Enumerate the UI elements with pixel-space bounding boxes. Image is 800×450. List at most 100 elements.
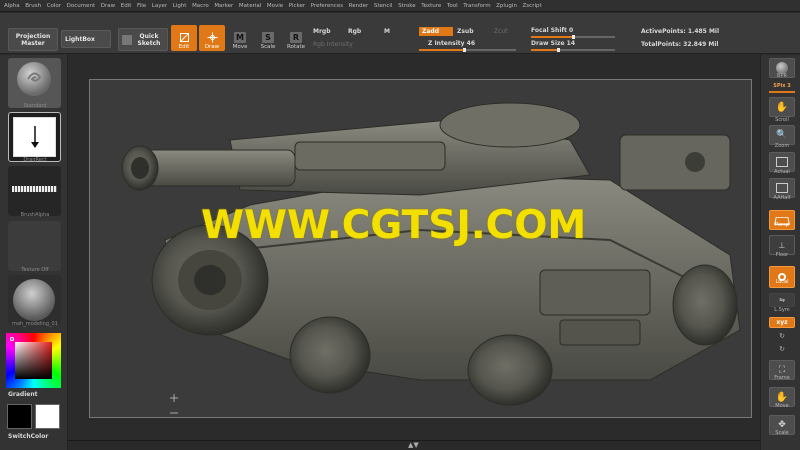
drag-rect-icon (13, 117, 56, 157)
z-intensity-fill (419, 49, 464, 51)
scroll-button[interactable]: ✋ (769, 97, 795, 117)
move-icon: M (234, 32, 246, 43)
quick-sketch-button[interactable]: Quick Sketch (118, 28, 168, 51)
actual-label: Actual (774, 169, 790, 175)
lightbox-label: LightBox (65, 35, 95, 43)
menu-item-transform[interactable]: Transform (463, 3, 490, 9)
z-intensity-knob[interactable] (462, 48, 466, 52)
scale-label: Scale (260, 44, 276, 50)
texture-thumbnail[interactable] (8, 221, 61, 271)
menu-item-material[interactable]: Material (239, 3, 261, 9)
alpha-thumbnail[interactable] (8, 166, 61, 216)
rotate-axis-icon: ↻ (779, 332, 785, 340)
matcap-sphere-icon (13, 279, 55, 321)
z-intensity-slider[interactable]: Z Intensity 46 (428, 40, 475, 47)
watermark-text: WWW.CGTSJ.COM (201, 203, 587, 248)
xyz-button[interactable]: xyz (769, 317, 795, 328)
quick-sketch-icon (122, 34, 132, 45)
bottom-tray-bar: ▲▼ (68, 440, 760, 450)
material-thumbnail[interactable] (8, 58, 61, 108)
matcap-thumbnail[interactable] (8, 275, 61, 325)
move-view-label: Move (775, 403, 789, 409)
edit-button[interactable]: Edit (171, 25, 197, 51)
menu-item-tool[interactable]: Tool (447, 3, 458, 9)
scale-view-label: Scale (775, 430, 789, 436)
scale-button[interactable]: S Scale (255, 25, 281, 51)
draw-size-slider[interactable]: Draw Size 14 (531, 40, 575, 47)
menu-item-draw[interactable]: Draw (101, 3, 115, 9)
rotate-button[interactable]: R Rotate (283, 25, 309, 51)
draw-button[interactable]: Draw (199, 25, 225, 51)
lightbox-button[interactable]: LightBox (61, 30, 111, 48)
stroke-thumbnail[interactable] (8, 112, 61, 162)
matcap-label: mah_modeling_01 (12, 321, 58, 327)
tank-model (121, 102, 741, 414)
menu-bar: Alpha Brush Color Document Draw Edit File Layer… (0, 0, 800, 12)
secondary-color-swatch[interactable] (35, 404, 60, 429)
mrgb-button[interactable]: Mrgb (313, 28, 331, 35)
color-picker-square[interactable] (15, 342, 52, 379)
menu-item-color[interactable]: Color (47, 3, 61, 9)
menu-item-stencil[interactable]: Stencil (374, 3, 393, 9)
menu-item-stroke[interactable]: Stroke (398, 3, 416, 9)
canvas-viewport[interactable]: WWW.CGTSJ.COM (89, 79, 752, 418)
rotate-label: Rotate (286, 44, 305, 50)
switch-color-button[interactable]: SwitchColor (8, 433, 48, 440)
menu-item-brush[interactable]: Brush (25, 3, 41, 9)
brush-alpha-icon (12, 186, 57, 192)
zcut-button[interactable]: Zcut (494, 28, 508, 35)
local-label: Local (775, 279, 789, 285)
zadd-button[interactable]: Zadd (419, 27, 453, 36)
menu-item-movie[interactable]: Movie (267, 3, 283, 9)
scroll-icon: ✋ (775, 101, 789, 113)
zsub-button[interactable]: Zsub (457, 28, 474, 35)
menu-item-layer[interactable]: Layer (152, 3, 167, 9)
zoom-button[interactable]: 🔍 (769, 125, 795, 145)
material-sphere-icon (17, 62, 51, 96)
menu-item-document[interactable]: Document (67, 3, 96, 9)
menu-item-light[interactable]: Light (173, 3, 187, 9)
focal-shift-track[interactable] (531, 35, 615, 39)
menu-item-render[interactable]: Render (349, 3, 369, 9)
move-label: Move (232, 44, 248, 50)
frame-label: Frame (774, 375, 790, 381)
menu-item-picker[interactable]: Picker (289, 3, 305, 9)
draw-label: Draw (204, 44, 220, 50)
lsym-button[interactable]: ⇋ (769, 293, 795, 307)
focal-shift-slider[interactable]: Focal Shift 0 (531, 27, 573, 34)
rgb-intensity-slider[interactable]: Rgb Intensity (313, 41, 353, 48)
rotate-icon: R (290, 32, 302, 43)
floor-label: Floor (775, 252, 789, 258)
menu-item-file[interactable]: File (137, 3, 146, 9)
draw-size-knob[interactable] (557, 48, 561, 52)
menu-item-macro[interactable]: Macro (192, 3, 209, 9)
m-button[interactable]: M (384, 28, 390, 35)
rgb-button[interactable]: Rgb (348, 28, 361, 35)
spix-track[interactable] (769, 91, 795, 93)
primary-color-swatch[interactable] (7, 404, 32, 429)
menu-item-preferences[interactable]: Preferences (311, 3, 343, 9)
bpr-label: BPR (777, 73, 787, 79)
zoom-label: Zoom (774, 143, 790, 149)
focal-shift-fill (531, 36, 573, 38)
scale-icon: S (262, 32, 274, 43)
menu-item-texture[interactable]: Texture (421, 3, 441, 9)
draw-size-track[interactable] (531, 48, 615, 52)
menu-item-alpha[interactable]: Alpha (4, 3, 20, 9)
z-intensity-track[interactable] (419, 48, 516, 52)
projection-master-button[interactable]: Projection Master (8, 28, 58, 51)
spix-slider[interactable]: SPix 3 (765, 83, 799, 89)
canvas-cursor (170, 394, 178, 402)
menu-item-zplugin[interactable]: Zplugin (496, 3, 517, 9)
menu-item-marker[interactable]: Marker (214, 3, 233, 9)
alpha-label: BrushAlpha (20, 212, 50, 218)
menu-item-zscript[interactable]: Zscript (523, 3, 542, 9)
menu-item-edit[interactable]: Edit (121, 3, 132, 9)
focal-shift-knob[interactable] (572, 35, 575, 39)
frame-icon: ⛶ (778, 365, 786, 375)
edit-label: Edit (178, 44, 190, 50)
color-picker[interactable] (6, 333, 61, 388)
tray-toggle-icon[interactable]: ▲▼ (408, 441, 419, 449)
gradient-label[interactable]: Gradient (8, 391, 38, 398)
move-button[interactable]: M Move (227, 25, 253, 51)
